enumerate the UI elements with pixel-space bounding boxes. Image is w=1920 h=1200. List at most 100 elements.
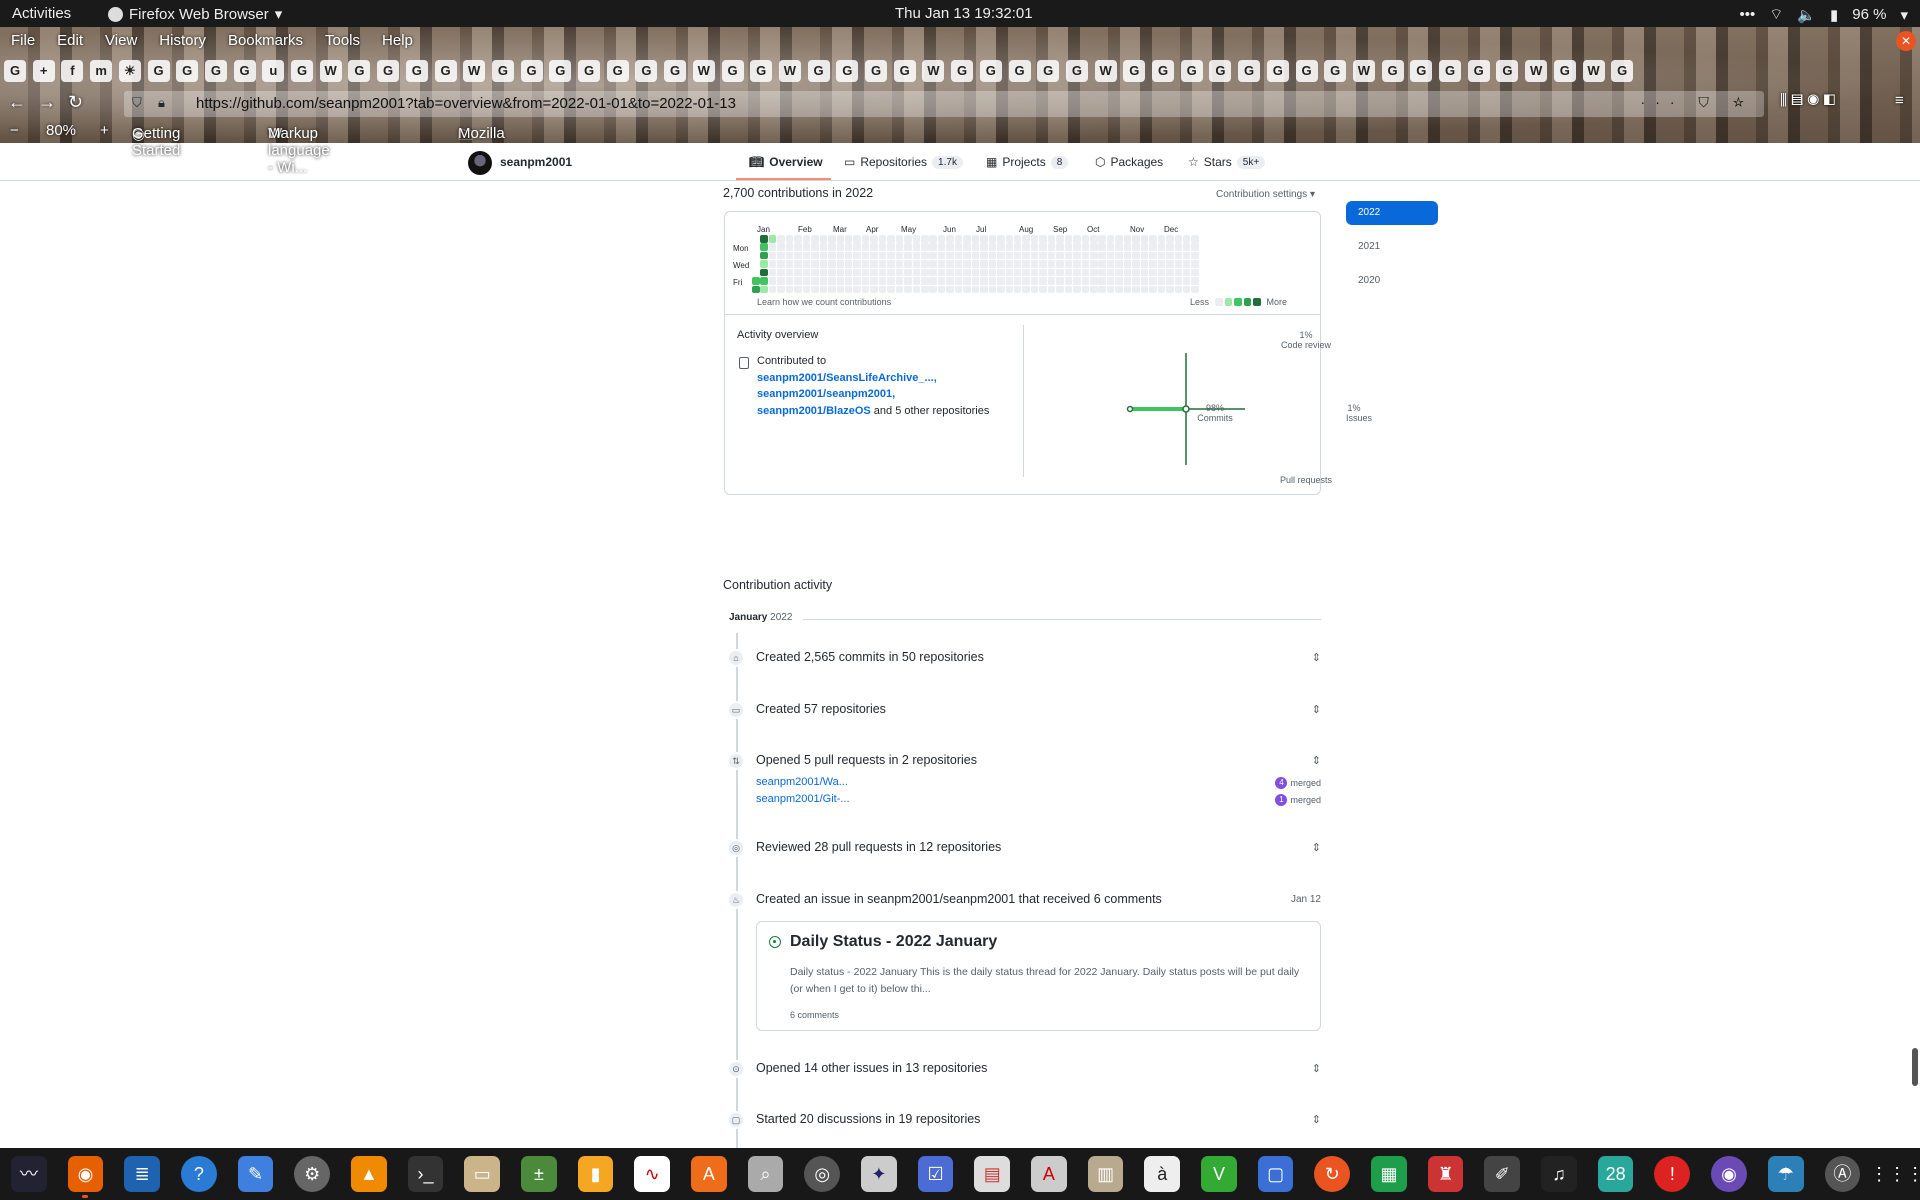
calendar-day[interactable]	[1182, 268, 1191, 277]
calendar-day[interactable]	[760, 277, 768, 285]
calendar-day[interactable]	[853, 251, 861, 260]
calendar-day[interactable]	[1047, 235, 1056, 243]
calendar-day[interactable]	[1073, 251, 1081, 260]
calendar-day[interactable]	[1005, 251, 1013, 260]
calendar-day[interactable]	[988, 268, 997, 277]
calendar-day[interactable]	[1157, 235, 1166, 243]
menu-history[interactable]: History	[148, 29, 217, 55]
calendar-day[interactable]	[1149, 285, 1157, 294]
calendar-day[interactable]	[887, 260, 895, 268]
calendar-day[interactable]	[1022, 235, 1030, 243]
calendar-day[interactable]	[954, 277, 963, 285]
calendar-day[interactable]	[1022, 243, 1030, 251]
calendar-day[interactable]	[1056, 285, 1064, 294]
calendar-day[interactable]	[1157, 251, 1166, 260]
calendar-day[interactable]	[1064, 268, 1073, 277]
calendar-day[interactable]	[1047, 268, 1056, 277]
calendar-day[interactable]	[1149, 277, 1157, 285]
calendar-day[interactable]	[1140, 251, 1149, 260]
pinned-tab-icon[interactable]: ☀	[118, 60, 141, 82]
pinned-tab-icon[interactable]: W	[922, 60, 945, 82]
calendar-day[interactable]	[819, 277, 828, 285]
window-close-button[interactable]: ✕	[1896, 31, 1916, 51]
calendar-day[interactable]	[811, 235, 819, 243]
unfold-icon[interactable]: ⇕	[1312, 1113, 1321, 1126]
pinned-tab-icon[interactable]: G	[1381, 60, 1404, 82]
calendar-day[interactable]	[1174, 235, 1182, 243]
calendar-day[interactable]	[1182, 243, 1191, 251]
calendar-day[interactable]	[811, 243, 819, 251]
library-icon[interactable]: ⫼ ▤ ◉ ◧	[1780, 92, 1835, 109]
calendar-day[interactable]	[904, 235, 912, 243]
calendar-day[interactable]	[1081, 260, 1090, 268]
calendar-day[interactable]	[1166, 235, 1174, 243]
calendar-day[interactable]	[794, 285, 802, 294]
document-viewer-icon[interactable]: A	[1031, 1156, 1067, 1192]
calendar-day[interactable]	[853, 243, 861, 251]
pinned-tab-icon[interactable]: G	[1209, 60, 1232, 82]
calendar-day[interactable]	[1123, 251, 1132, 260]
calendar-day[interactable]	[921, 277, 929, 285]
calendar-day[interactable]	[971, 260, 980, 268]
calendar-day[interactable]	[1157, 268, 1166, 277]
calendar-day[interactable]	[946, 243, 954, 251]
screen-share-icon[interactable]: ▢	[1257, 1156, 1294, 1192]
calendar-day[interactable]	[1115, 285, 1123, 294]
calendar-day[interactable]	[811, 251, 819, 260]
tab-overview[interactable]: 📖︎ Overview	[749, 151, 823, 173]
calendar-day[interactable]	[921, 260, 929, 268]
calendar-day[interactable]	[777, 235, 785, 243]
calendar-day[interactable]	[921, 268, 929, 277]
calendar-day[interactable]	[1166, 251, 1174, 260]
calendar-day[interactable]	[988, 235, 997, 243]
pinned-tab-icon[interactable]: G	[1008, 60, 1031, 82]
calendar-day[interactable]	[946, 251, 954, 260]
calendar-day[interactable]	[1047, 251, 1056, 260]
pinned-tab-icon[interactable]: G	[750, 60, 773, 82]
calendar-day[interactable]	[836, 251, 844, 260]
calendar-day[interactable]	[1005, 277, 1013, 285]
calendar-day[interactable]	[1064, 235, 1073, 243]
calendar-day[interactable]	[802, 243, 811, 251]
calendar-day[interactable]	[836, 260, 844, 268]
terminal-icon[interactable]: ›_	[407, 1156, 444, 1192]
calendar-day[interactable]	[828, 268, 836, 277]
app-center-icon[interactable]: Ⓐ	[1824, 1156, 1861, 1192]
calendar-day[interactable]	[1106, 251, 1115, 260]
calendar-day[interactable]	[836, 285, 844, 294]
calendar-day[interactable]	[1081, 285, 1090, 294]
calendar-day[interactable]	[997, 268, 1005, 277]
calendar-day[interactable]	[980, 277, 988, 285]
calendar-day[interactable]	[802, 260, 811, 268]
pinned-tab-icon[interactable]: G	[1037, 60, 1060, 82]
calendar-day[interactable]	[1132, 268, 1140, 277]
calendar-day[interactable]	[1140, 235, 1149, 243]
calendar-day[interactable]	[1182, 235, 1191, 243]
calendar-day[interactable]	[971, 243, 980, 251]
calendar-day[interactable]	[1157, 285, 1166, 294]
calendar-day[interactable]	[954, 243, 963, 251]
calendar-day[interactable]	[1191, 277, 1199, 285]
calendar-day[interactable]	[1174, 251, 1182, 260]
pinned-tab-icon[interactable]: G	[1467, 60, 1490, 82]
calendar-day[interactable]	[1140, 243, 1149, 251]
calendar-day[interactable]	[777, 277, 785, 285]
calendar-day[interactable]	[853, 277, 861, 285]
calendar-day[interactable]	[768, 235, 777, 243]
calendar-day[interactable]	[853, 268, 861, 277]
show-apps-icon[interactable]: ⋮⋮⋮	[1870, 1156, 1920, 1192]
calendar-day[interactable]	[1030, 277, 1039, 285]
calendar-day[interactable]	[794, 251, 802, 260]
calendar-day[interactable]	[870, 260, 878, 268]
pinned-tab-icon[interactable]: G	[147, 60, 170, 82]
calendar-day[interactable]	[946, 268, 954, 277]
calendar-day[interactable]	[1022, 277, 1030, 285]
pinned-tab-icon[interactable]: G	[1611, 60, 1634, 82]
calendar-day[interactable]	[1047, 243, 1056, 251]
calendar-day[interactable]	[1140, 285, 1149, 294]
calendar-day[interactable]	[768, 285, 777, 294]
calendar-day[interactable]	[819, 268, 828, 277]
calendar-day[interactable]	[1098, 268, 1106, 277]
calendar-day[interactable]	[1106, 285, 1115, 294]
calendar-day[interactable]	[1098, 251, 1106, 260]
